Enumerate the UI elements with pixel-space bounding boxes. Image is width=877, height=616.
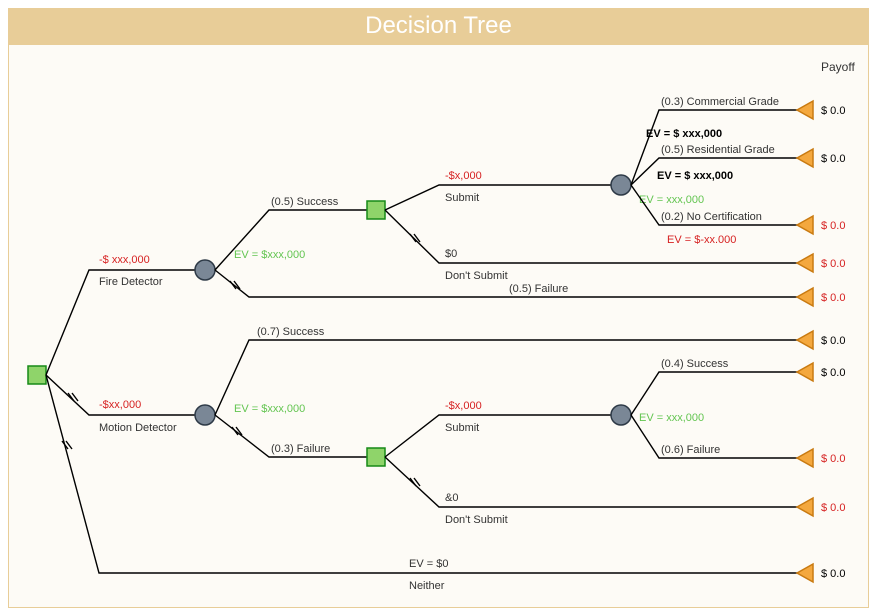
terminal-commercial (797, 101, 813, 119)
motion-success-payoff: $ 0.0 (821, 335, 845, 347)
neither-ev: EV = $0 (409, 558, 448, 570)
motion-failure-decision-node (367, 448, 385, 466)
nocert-payoff: $ 0.0 (821, 220, 845, 232)
fire-dontsubmit-payoff: $ 0.0 (821, 258, 845, 270)
motion-chance-node (195, 405, 215, 425)
terminal-motion-dontsubmit (797, 498, 813, 516)
terminal-fire-failure (797, 288, 813, 306)
motion-submit-cost: -$x,000 (445, 400, 482, 412)
fire-success-decision-node (367, 201, 385, 219)
fire-submit-ev-green: EV = xxx,000 (639, 194, 704, 206)
edge-fire-submit (385, 185, 611, 210)
fire-label: Fire Detector (99, 276, 163, 288)
motion-dontsubmit-label: Don't Submit (445, 514, 508, 526)
neither-payoff: $ 0.0 (821, 568, 845, 580)
edge-motion-submit (385, 415, 611, 457)
commercial-payoff: $ 0.0 (821, 105, 845, 117)
terminal-residential (797, 149, 813, 167)
prune-root-neither (62, 441, 72, 449)
motion-label: Motion Detector (99, 422, 177, 434)
motion-submit-chance-node (611, 405, 631, 425)
diagram-title: Decision Tree (8, 8, 869, 44)
diagram-frame: Decision Tree -$ xxx,000 Fire Detector E… (8, 8, 869, 608)
terminal-neither (797, 564, 813, 582)
fire-dontsubmit-cost: $0 (445, 248, 457, 260)
fire-cost: -$ xxx,000 (99, 254, 150, 266)
motion-submit-failure-payoff: $ 0.0 (821, 453, 845, 465)
prune-motion-failure (232, 427, 242, 435)
edge-motion-submit-success (631, 372, 797, 415)
residential-payoff: $ 0.0 (821, 153, 845, 165)
terminal-motion-submit-success (797, 363, 813, 381)
fire-submit-label: Submit (445, 192, 479, 204)
motion-submit-ev-green: EV = xxx,000 (639, 412, 704, 424)
motion-ev: EV = $xxx,000 (234, 403, 305, 415)
fire-submit-cost: -$x,000 (445, 170, 482, 182)
motion-submit-success-label: (0.4) Success (661, 358, 729, 370)
diagram-canvas: -$ xxx,000 Fire Detector EV = $xxx,000 (… (8, 44, 869, 608)
terminal-fire-dontsubmit (797, 254, 813, 272)
fire-submit-chance-node (611, 175, 631, 195)
terminal-motion-submit-failure (797, 449, 813, 467)
commercial-label: (0.3) Commercial Grade (661, 96, 779, 108)
decision-tree-svg: -$ xxx,000 Fire Detector EV = $xxx,000 (… (9, 45, 868, 607)
edge-fire-success (215, 210, 367, 270)
motion-success-label: (0.7) Success (257, 326, 325, 338)
payoff-header: Payoff (821, 60, 855, 74)
nocert-label: (0.2) No Certification (661, 211, 762, 223)
edge-root-neither (46, 375, 797, 573)
motion-failure-label: (0.3) Failure (271, 443, 330, 455)
terminal-nocert (797, 216, 813, 234)
motion-submit-label: Submit (445, 422, 479, 434)
residential-ev: EV = $ xxx,000 (657, 170, 733, 182)
motion-cost: -$xx,000 (99, 399, 141, 411)
motion-dontsubmit-payoff: $ 0.0 (821, 502, 845, 514)
fire-ev: EV = $xxx,000 (234, 249, 305, 261)
fire-failure-payoff: $ 0.0 (821, 292, 845, 304)
nocert-ev: EV = $-xx.000 (667, 234, 736, 246)
motion-dontsubmit-cost: &0 (445, 492, 458, 504)
commercial-ev: EV = $ xxx,000 (646, 128, 722, 140)
motion-submit-success-payoff: $ 0.0 (821, 367, 845, 379)
fire-failure-label: (0.5) Failure (509, 283, 568, 295)
fire-chance-node (195, 260, 215, 280)
residential-label: (0.5) Residential Grade (661, 144, 775, 156)
motion-submit-failure-label: (0.6) Failure (661, 444, 720, 456)
root-decision-node (28, 366, 46, 384)
terminal-motion-success (797, 331, 813, 349)
fire-dontsubmit-label: Don't Submit (445, 270, 508, 282)
neither-label: Neither (409, 580, 445, 592)
prune-fire-dontsubmit (410, 234, 420, 242)
fire-success-label: (0.5) Success (271, 196, 339, 208)
